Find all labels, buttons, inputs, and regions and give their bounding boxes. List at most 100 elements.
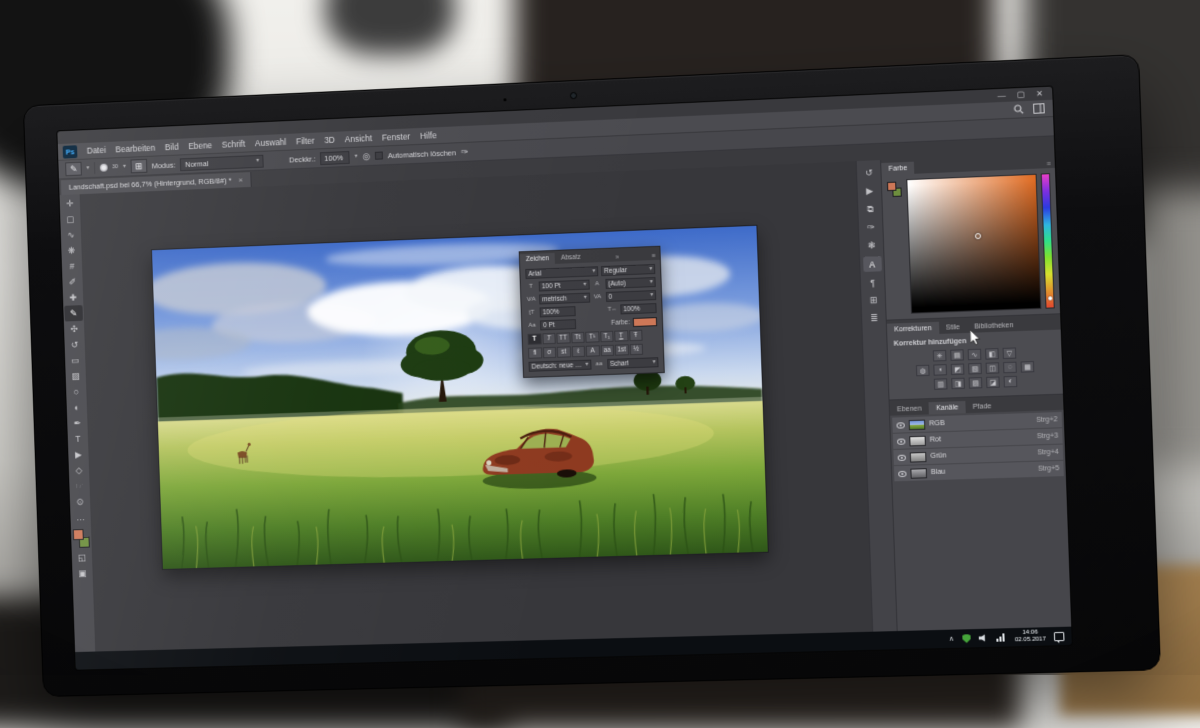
tray-chevron-icon[interactable]: ∧ <box>949 635 955 643</box>
visibility-eye-icon[interactable] <box>898 454 906 460</box>
helligkeit-kontrast-icon[interactable]: ✳ <box>933 350 947 362</box>
tab-absatz[interactable]: Absatz <box>555 252 587 264</box>
canvas-area[interactable]: Zeichen Absatz » ≡ Arial▾ <box>81 161 873 651</box>
font-family-select[interactable]: Arial▾ <box>525 266 598 279</box>
tab-zeichen[interactable]: Zeichen <box>520 253 555 265</box>
gradationskurven-icon[interactable]: ∿ <box>968 349 982 361</box>
language-select[interactable]: Deutsch: neue Re...▾ <box>528 360 591 372</box>
network-signal-icon[interactable] <box>996 633 1007 641</box>
color-panel-fg-swatch[interactable] <box>887 182 897 191</box>
small-caps-button[interactable]: Tt <box>571 332 585 343</box>
menu-bild[interactable]: Bild <box>160 142 184 153</box>
active-tool-icon[interactable]: ✎ <box>65 162 82 176</box>
opacity-value[interactable]: 100% <box>320 150 350 164</box>
fractions-button[interactable]: ½ <box>629 344 643 356</box>
discretionary-ligatures-button[interactable]: st <box>557 346 571 357</box>
more-tools-icon[interactable]: … <box>71 509 90 525</box>
volume-icon[interactable] <box>979 634 989 642</box>
tab-stile[interactable]: Stile <box>939 321 968 334</box>
visibility-eye-icon[interactable] <box>896 422 904 428</box>
vertical-scale-field[interactable]: 100% <box>540 306 576 317</box>
auto-erase-checkbox[interactable] <box>375 151 383 159</box>
workspace-switcher-icon[interactable] <box>1033 103 1045 114</box>
hue-slider[interactable] <box>1041 173 1055 309</box>
panel-menu-icon[interactable]: ≡ <box>652 253 660 260</box>
tab-farbe[interactable]: Farbe <box>881 162 914 176</box>
quick-selection-tool[interactable]: ❋ <box>62 242 81 258</box>
crop-tool[interactable]: # <box>63 258 82 274</box>
pinselvorgaben-panel-icon[interactable]: ❃ <box>862 238 881 254</box>
menu-ebene[interactable]: Ebene <box>183 140 217 151</box>
aktionen-panel-icon[interactable]: ▶ <box>860 183 879 199</box>
panel-collapse-icon[interactable]: » <box>615 254 623 261</box>
horizontal-scale-field[interactable]: 100% <box>620 303 656 314</box>
action-center-icon[interactable] <box>1054 631 1065 640</box>
color-swatches[interactable] <box>73 529 90 548</box>
dynamik-icon[interactable]: ▽ <box>1003 347 1017 359</box>
lasso-tool[interactable]: ∿ <box>62 227 81 243</box>
hand-tool[interactable]: ☞ <box>70 478 89 494</box>
menu-auswahl[interactable]: Auswahl <box>250 137 291 149</box>
color-field[interactable] <box>906 174 1041 314</box>
kopierquelle-panel-icon[interactable]: ⧉ <box>861 202 880 218</box>
color-panel-menu-icon[interactable]: ≡ <box>1046 161 1055 168</box>
blur-tool[interactable]: ○ <box>67 384 86 400</box>
toggle-brush-panel-icon[interactable]: ⊞ <box>130 159 147 173</box>
hue-slider-handle[interactable] <box>1048 297 1052 301</box>
zeichenformate-panel-icon[interactable]: ≣ <box>864 311 883 327</box>
protokoll-panel-icon[interactable]: ↺ <box>859 165 878 181</box>
visibility-eye-icon[interactable] <box>898 470 906 476</box>
tracking-select[interactable]: 0▾ <box>605 290 656 302</box>
airbrush-icon[interactable]: ◎ <box>362 151 370 162</box>
healing-brush-tool[interactable]: ✚ <box>64 289 83 305</box>
type-tool[interactable]: T <box>69 431 88 447</box>
menu-datei[interactable]: Datei <box>82 145 111 156</box>
tontrennung-icon[interactable]: ▥ <box>934 378 948 390</box>
eyedropper-tool[interactable]: ✐ <box>63 274 82 290</box>
farbton-saettigung-icon[interactable]: ◍ <box>916 365 930 377</box>
screen-mode-icon[interactable]: ▣ <box>73 565 92 581</box>
fotofilter-icon[interactable]: ▧ <box>968 363 982 375</box>
color-field-cursor[interactable] <box>975 233 981 239</box>
verlaufsumsetzung-icon[interactable]: ▨ <box>969 377 983 389</box>
search-icon[interactable] <box>1013 104 1024 115</box>
font-size-select[interactable]: 100 Pt▾ <box>539 280 590 292</box>
farbbalance-icon[interactable]: ◖ <box>933 364 947 376</box>
menu-schrift[interactable]: Schrift <box>217 139 250 150</box>
masken-icon[interactable]: ◐ <box>1004 376 1018 388</box>
pressure-icon[interactable]: ✑ <box>461 146 469 157</box>
maximize-button[interactable]: ▢ <box>1017 90 1025 98</box>
menu-filter[interactable]: Filter <box>291 135 320 146</box>
dodge-tool[interactable]: ◐ <box>67 399 86 415</box>
belichtung-icon[interactable]: ◧ <box>985 348 999 360</box>
ordinals-button[interactable]: 1st <box>615 344 629 355</box>
pencil-tool[interactable]: ✎ <box>64 305 83 321</box>
stylistic-alternates-button[interactable]: A <box>586 345 600 356</box>
visibility-eye-icon[interactable] <box>897 438 905 444</box>
faux-bold-button[interactable]: T <box>528 333 542 344</box>
security-shield-icon[interactable] <box>962 634 971 643</box>
brush-preset-icon[interactable] <box>100 164 108 172</box>
pen-tool[interactable]: ✒ <box>68 415 87 431</box>
selektive-farbkorrektur-icon[interactable]: ◪ <box>986 376 1000 388</box>
shape-tool[interactable]: ◇ <box>70 462 89 478</box>
faux-italic-button[interactable]: T <box>542 333 556 344</box>
contextual-alternates-button[interactable]: σ <box>542 347 556 358</box>
path-selection-tool[interactable]: ▶ <box>69 446 88 462</box>
color-lookup-icon[interactable]: ◌ <box>1003 362 1017 374</box>
history-brush-tool[interactable]: ↺ <box>65 337 84 353</box>
menu-hilfe[interactable]: Hilfe <box>415 130 442 141</box>
menu-fenster[interactable]: Fenster <box>377 131 416 143</box>
strikethrough-button[interactable]: Ŧ <box>629 330 643 342</box>
leading-select[interactable]: (Auto)▾ <box>605 277 656 289</box>
tab-pfade[interactable]: Pfade <box>965 400 999 413</box>
schwarzweiss-icon[interactable]: ◩ <box>951 363 965 375</box>
kanalmixer-icon[interactable]: ◫ <box>986 362 1000 374</box>
eraser-tool[interactable]: ▭ <box>66 352 85 368</box>
absatz-panel-icon[interactable]: ¶ <box>863 274 882 290</box>
antialias-select[interactable]: Scharf▾ <box>607 357 659 369</box>
menu-3d[interactable]: 3D <box>319 135 340 146</box>
clone-stamp-tool[interactable]: ✣ <box>65 321 84 337</box>
move-tool[interactable]: ✛ <box>60 195 79 211</box>
gradient-tool[interactable]: ▨ <box>66 368 85 384</box>
